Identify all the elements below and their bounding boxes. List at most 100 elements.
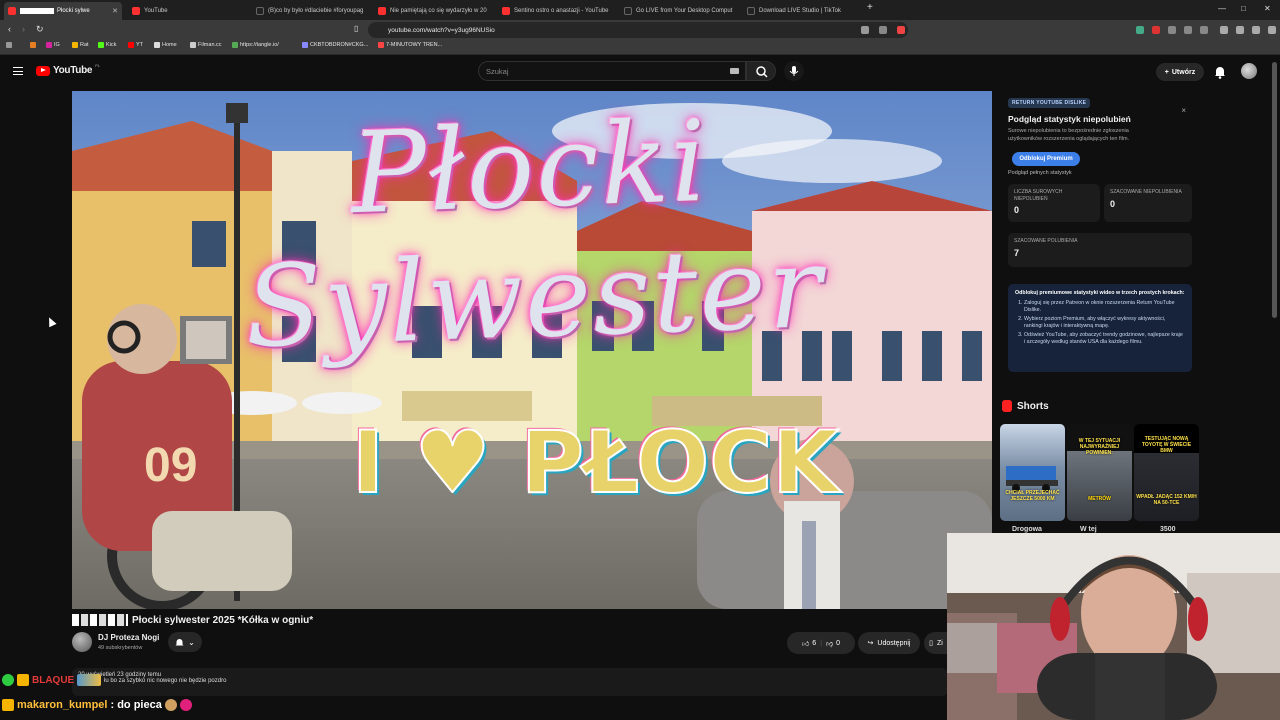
- tab-label: (B)co by było #dlaciebie #foryoupag: [268, 8, 364, 14]
- tab-youtube-2[interactable]: Nie pamiętają co się wydarzyło w 20: [374, 2, 492, 20]
- video-title: Płocki sylwester 2025 *Kółka w ogniu*: [72, 614, 313, 626]
- webcam-feed: [947, 533, 1280, 720]
- extension-icon[interactable]: [1168, 26, 1176, 34]
- bookmark-icon[interactable]: ▯: [354, 24, 358, 33]
- maximize-button[interactable]: □: [1241, 4, 1246, 13]
- minimize-button[interactable]: —: [1218, 4, 1226, 13]
- short-thumbnail[interactable]: W TEJ SYTUACJI NAJWYRAŹNIEJ POWINIEN: ME…: [1067, 424, 1132, 521]
- youtube-favicon-icon: [378, 7, 386, 15]
- short-title[interactable]: W tej: [1080, 526, 1097, 533]
- tangle-icon: [232, 42, 238, 48]
- tab-label: Download LIVE Studio | TikTok: [759, 8, 841, 14]
- search-input[interactable]: Szukaj: [478, 61, 746, 81]
- like-dislike-group: 👍︎ 6 | 👎︎ 0: [787, 632, 855, 654]
- youtube-icon: [378, 42, 384, 48]
- new-tab-button[interactable]: +: [867, 2, 873, 13]
- bookmark-ckb[interactable]: CKBTOBDRON#CKG...: [302, 42, 368, 48]
- logo-text: YouTube: [53, 65, 93, 76]
- search-icon: [756, 66, 768, 78]
- rat-icon: [72, 42, 78, 48]
- profile-icon[interactable]: [1252, 26, 1260, 34]
- share-button[interactable]: ↪ Udostępnij: [858, 632, 920, 654]
- reload-icon[interactable]: ↻: [36, 24, 44, 35]
- bookmark-yt[interactable]: YT: [128, 42, 143, 48]
- full-stats-link[interactable]: Podgląd pełnych statystyk: [1008, 170, 1072, 176]
- voice-search-button[interactable]: [784, 61, 804, 81]
- address-bar[interactable]: youtube.com/watch?v=y3ug96NUSio: [368, 22, 908, 38]
- subscriber-count: 49 subskrybentów: [98, 645, 143, 651]
- crown-badge-icon: [17, 674, 29, 686]
- bookmark-tangle[interactable]: https://tangle.io/: [232, 42, 279, 48]
- like-button[interactable]: 👍︎ 6: [802, 639, 816, 648]
- truck-image: [1006, 466, 1058, 492]
- thumbs-up-icon: 👍︎: [801, 640, 810, 648]
- apps-icon[interactable]: [6, 42, 12, 48]
- keyboard-icon[interactable]: [730, 68, 739, 74]
- chat-username: makaron_kumpel: [17, 699, 108, 711]
- extension-icon[interactable]: [1152, 26, 1160, 34]
- tab-label: YouTube: [144, 8, 168, 14]
- close-tab-icon[interactable]: ✕: [112, 7, 118, 15]
- page-scrollbar[interactable]: [1272, 62, 1277, 318]
- close-icon[interactable]: ×: [1181, 106, 1186, 115]
- menu-icon[interactable]: [1268, 26, 1276, 34]
- plus-icon: +: [1164, 68, 1169, 76]
- ryd-title: Podgląd statystyk niepolubień: [1008, 114, 1131, 124]
- chat-message: makaron_kumpel : do pieca: [2, 699, 192, 711]
- extension-icon[interactable]: [1200, 26, 1208, 34]
- description-box[interactable]: 20 wyświetleń 23 godziny temu łu bo za s…: [72, 668, 948, 696]
- bookmark-ig[interactable]: IG: [46, 42, 60, 48]
- channel-name[interactable]: DJ Proteza Nogi: [98, 633, 159, 642]
- close-window-button[interactable]: ✕: [1264, 4, 1271, 13]
- short-thumbnail[interactable]: TESTUJĄC NOWĄ TOYOTĘ W ŚWIECIE BMW WPADŁ…: [1134, 424, 1199, 521]
- tab-youtube-3[interactable]: Sentino ostro o anastazji - YouTube: [498, 2, 616, 20]
- tab-active[interactable]: Płocki sylwe ✕: [4, 2, 122, 20]
- short-title[interactable]: 3500: [1160, 526, 1176, 533]
- streamer-webcam: [947, 533, 1280, 720]
- bookmark-training[interactable]: 7-MINUTOWY TREN...: [378, 42, 442, 48]
- brave-shield-icon[interactable]: [897, 26, 905, 34]
- bookmark-folder-icon[interactable]: [30, 42, 36, 48]
- back-icon[interactable]: ‹: [8, 24, 11, 34]
- bookmark-rat[interactable]: Rat: [72, 42, 89, 48]
- extension-icon[interactable]: [1184, 26, 1192, 34]
- short-caption: W TEJ SYTUACJI NAJWYRAŹNIEJ POWINIEN:: [1078, 438, 1121, 456]
- download-icon[interactable]: [1220, 26, 1228, 34]
- short-caption: WPADŁ JADĄC 152 KM/H NA 50-TCE: [1136, 494, 1197, 506]
- tab-youtube[interactable]: YouTube: [128, 2, 246, 20]
- search-button[interactable]: [746, 61, 776, 81]
- short-thumbnail[interactable]: CHCIAŁ PRZEJECHAĆ JESZCZE 5000 KM: [1000, 424, 1065, 521]
- youtube-logo[interactable]: YouTube PL: [36, 63, 101, 76]
- bookmark-kick[interactable]: Kick: [98, 42, 116, 48]
- bookmark-home[interactable]: Home: [154, 42, 177, 48]
- screenshot-icon[interactable]: [861, 26, 869, 34]
- tiktok-favicon-icon: [624, 7, 632, 15]
- share-icon[interactable]: [879, 26, 887, 34]
- video-player[interactable]: 09 Płocki Sylwester I ♥ PŁOCK: [72, 91, 992, 609]
- notifications-bell-icon[interactable]: [1213, 65, 1227, 79]
- bookmark-icon: ▯: [929, 640, 933, 647]
- kick-icon: [98, 42, 104, 48]
- dislike-button[interactable]: 👎︎ 0: [826, 639, 840, 648]
- hamburger-menu-icon[interactable]: [13, 67, 23, 75]
- account-avatar[interactable]: [1241, 63, 1257, 79]
- extension-icon[interactable]: [1136, 26, 1144, 34]
- tab-tiktok[interactable]: (B)co by było #dlaciebie #foryoupag: [252, 2, 370, 20]
- unlock-premium-button[interactable]: Odblokuj Premium: [1012, 152, 1080, 166]
- premium-heading: Odblokuj premiumowe statystyki wideo w t…: [1015, 290, 1185, 296]
- bookmark-filman[interactable]: Filman.cc: [190, 42, 222, 48]
- forward-icon[interactable]: ›: [22, 24, 25, 34]
- browser-toolbar: ‹ › ↻ ▯ youtube.com/watch?v=y3ug96NUSio: [0, 20, 1280, 40]
- raw-dislikes-stat: LICZBA SUROWYCH NIEPOLUBIEŃ 0: [1008, 184, 1100, 222]
- shirt-number: 09: [144, 439, 197, 492]
- music-icon[interactable]: [1236, 26, 1244, 34]
- tab-tiktok-studio[interactable]: Download LIVE Studio | TikTok: [743, 2, 861, 20]
- create-button[interactable]: + Utwórz: [1156, 63, 1204, 81]
- channel-avatar[interactable]: [72, 632, 92, 652]
- emote-icon: [77, 674, 102, 686]
- subscription-bell-button[interactable]: ⌄: [168, 632, 202, 652]
- short-title[interactable]: Drogowa: [1012, 526, 1042, 533]
- country-code: PL: [95, 63, 101, 68]
- tab-tiktok-live[interactable]: Go LIVE from Your Desktop Comput: [620, 2, 738, 20]
- save-button[interactable]: ▯ Zi: [924, 632, 948, 654]
